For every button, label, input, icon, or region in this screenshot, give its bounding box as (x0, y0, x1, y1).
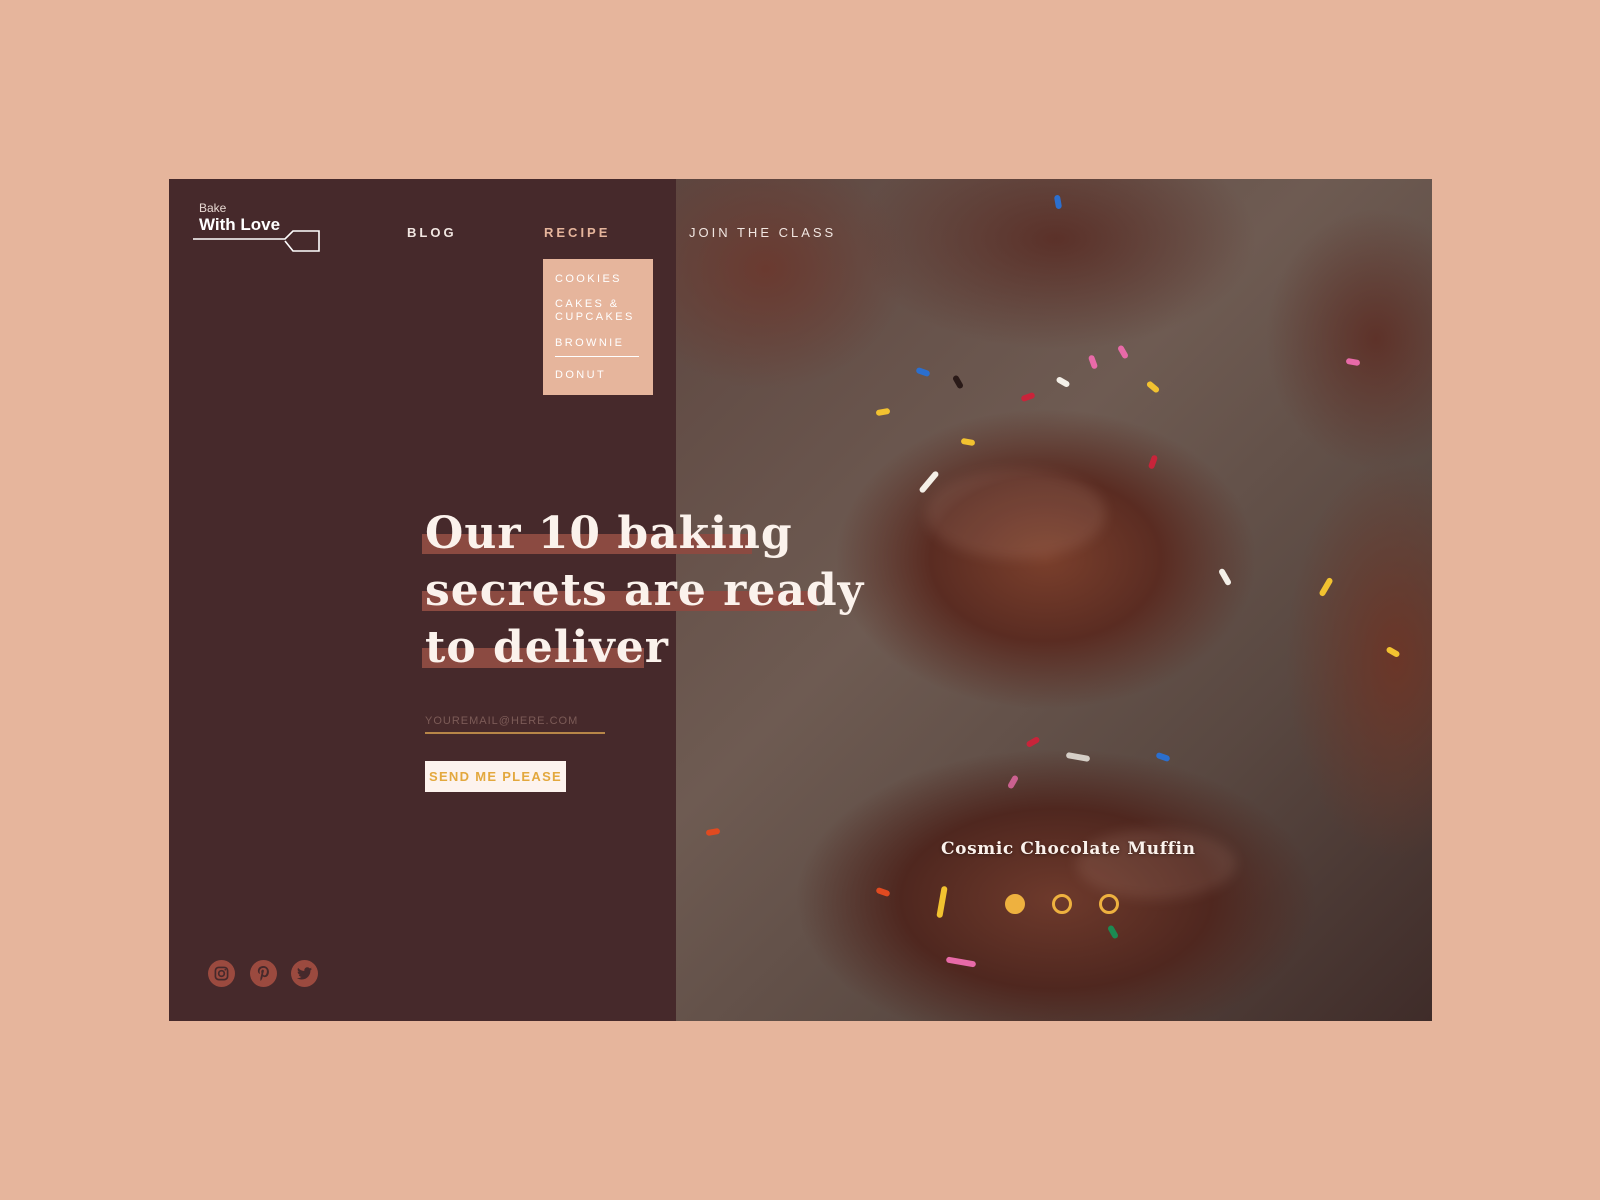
nav-recipe[interactable]: RECIPE (544, 225, 610, 240)
recipe-dropdown-menu: COOKIES CAKES & CUPCAKES BROWNIE DONUT (543, 259, 653, 395)
carousel-dot-3[interactable] (1099, 894, 1119, 914)
dropdown-item-cakes-cupcakes[interactable]: CAKES & CUPCAKES (555, 298, 645, 324)
carousel-dot-1[interactable] (1005, 894, 1025, 914)
pinterest-icon (257, 966, 269, 981)
landing-frame: Bake With Love BLOG RECIPE JOIN THE CLAS… (169, 179, 1432, 1021)
dropdown-item-brownie[interactable]: BROWNIE (555, 337, 639, 357)
dropdown-item-donut[interactable]: DONUT (555, 369, 606, 382)
hero-headline: Our 10 baking secrets are ready to deliv… (422, 505, 864, 676)
email-input[interactable] (425, 709, 605, 734)
headline-line: to deliver (422, 619, 864, 676)
pinterest-link[interactable] (250, 960, 277, 987)
send-me-please-button[interactable]: SEND ME PLEASE (425, 761, 566, 792)
brand-logo[interactable]: Bake With Love (193, 199, 328, 255)
headline-line: secrets are ready (422, 562, 864, 619)
twitter-icon (297, 967, 312, 980)
dropdown-item-cookies[interactable]: COOKIES (555, 273, 622, 286)
carousel-dot-2[interactable] (1052, 894, 1072, 914)
headline-line: Our 10 baking (422, 505, 864, 562)
twitter-link[interactable] (291, 960, 318, 987)
brand-line-1: Bake (199, 201, 227, 215)
instagram-link[interactable] (208, 960, 235, 987)
spatula-icon (193, 230, 320, 252)
slide-caption: Cosmic Chocolate Muffin (941, 839, 1196, 859)
nav-join-the-class[interactable]: JOIN THE CLASS (689, 225, 836, 240)
nav-blog[interactable]: BLOG (407, 225, 457, 240)
instagram-icon (214, 966, 229, 981)
